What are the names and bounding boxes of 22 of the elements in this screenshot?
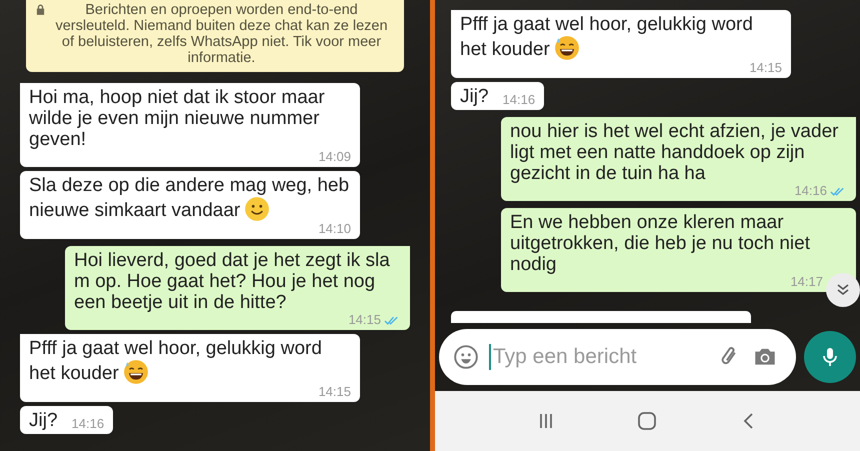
- encryption-notice[interactable]: Berichten en oproepen worden end-to-end versleuteld. Niemand buiten deze chat kan ze lezen of beluisteren, zelfs WhatsApp niet. Tik voor meer informatie.: [26, 0, 404, 72]
- message-time: 14:15: [749, 61, 782, 75]
- message-text: Hoi lieverd, goed dat je het zegt ik sla m op. Hoe gaat het? Hou je het nog een beetje uit in de hitte?: [74, 250, 390, 313]
- message-text: nou hier is het wel echt afzien, je vader ligt met een natte handdoek op zijn gezicht in de tuin ha ha: [510, 121, 838, 184]
- message-time: 14:16: [794, 184, 827, 198]
- message-time: 14:09: [318, 150, 351, 164]
- message-field[interactable]: Typ een bericht: [491, 344, 706, 370]
- message-text: Jij?: [29, 410, 58, 431]
- message-text: Sla deze op die andere mag weg, heb nieuwe simkaart vandaar: [29, 175, 350, 221]
- message-time: 14:15: [348, 313, 381, 327]
- message-time: 14:15: [318, 385, 351, 399]
- message-text: Hoi ma, hoop niet dat ik stoor maar wilde je even mijn nieuwe nummer geven!: [29, 87, 325, 150]
- message-time: 14:16: [502, 93, 536, 107]
- message-time: 14:17: [790, 275, 823, 289]
- message-text: Pfff ja gaat wel hoor, gelukkig word het kouder: [460, 14, 753, 60]
- message-text: Pfff ja gaat wel hoor, gelukkig word het kouder: [29, 338, 322, 384]
- message-text: En we hebben onze kleren maar uitgetrokken, die heb je nu toch niet nodig: [510, 212, 810, 275]
- message-time: 14:16: [72, 417, 104, 431]
- message-input-field[interactable]: Typ een bericht: [439, 329, 796, 385]
- message-time: 14:10: [318, 222, 351, 236]
- notice-text: Berichten en oproepen worden end-to-end versleuteld. Niemand buiten deze chat kan ze lezen of beluisteren, zelfs WhatsApp niet. Tik voor meer informatie.: [54, 2, 389, 66]
- message-text: Jij?: [460, 86, 489, 107]
